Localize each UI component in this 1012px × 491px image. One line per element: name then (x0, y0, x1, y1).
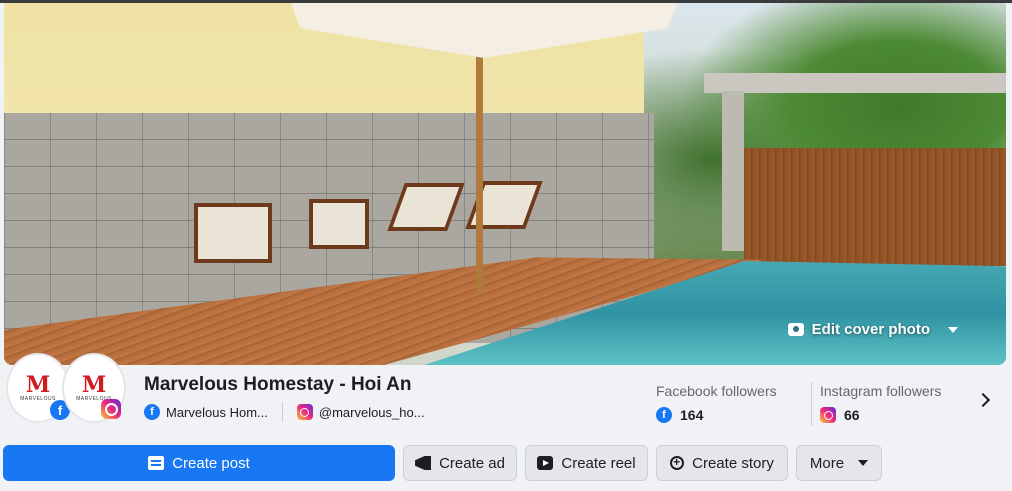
facebook-followers-count: 164 (680, 407, 704, 423)
create-ad-button[interactable]: Create ad (403, 445, 517, 481)
cover-fence (744, 148, 1006, 266)
instagram-badge-icon (101, 399, 121, 419)
divider (281, 402, 283, 422)
avatar-logo: M (81, 372, 107, 398)
more-button[interactable]: More (796, 445, 882, 481)
cover-pillar (722, 91, 744, 251)
instagram-followers-stat: Instagram followers 66 (820, 383, 941, 423)
cover-photo: Edit cover photo (4, 3, 1006, 365)
facebook-icon: f (144, 404, 160, 420)
create-reel-label: Create reel (561, 454, 636, 472)
page-title: Marvelous Homestay - Hoi An (144, 374, 412, 395)
instagram-account-handle: @marvelous_ho... (318, 404, 425, 420)
reel-icon (537, 456, 554, 470)
facebook-followers-label: Facebook followers (656, 383, 777, 399)
cover-chair (309, 199, 369, 249)
instagram-account-link[interactable]: @marvelous_ho... (296, 404, 425, 420)
facebook-icon: f (656, 407, 672, 423)
linked-accounts: f Marvelous Hom... @marvelous_ho... (144, 402, 425, 422)
cover-pergola (704, 73, 1006, 93)
more-label: More (809, 454, 845, 472)
caret-down-icon (948, 326, 958, 333)
instagram-icon (820, 407, 836, 423)
facebook-account-link[interactable]: f Marvelous Hom... (144, 404, 268, 420)
edit-cover-label: Edit cover photo (811, 321, 930, 338)
create-story-button[interactable]: Create story (656, 445, 788, 481)
instagram-followers-label: Instagram followers (820, 383, 942, 399)
create-post-button[interactable]: Create post (3, 445, 395, 481)
create-post-label: Create post (172, 454, 250, 472)
megaphone-icon (415, 456, 432, 470)
avatar-logo-text: MARVELOUS (20, 396, 56, 402)
create-ad-label: Create ad (439, 454, 505, 472)
edit-cover-photo-button[interactable]: Edit cover photo (787, 321, 958, 338)
post-icon (148, 456, 165, 470)
create-reel-button[interactable]: Create reel (525, 445, 648, 481)
cover-umbrella-pole (476, 43, 483, 293)
facebook-account-handle: Marvelous Hom... (166, 404, 268, 420)
avatar-logo: M (25, 372, 51, 398)
facebook-followers-stat: Facebook followers f 164 (656, 383, 777, 423)
add-story-icon (670, 455, 685, 470)
action-bar: Create post Create ad Create reel Create… (3, 445, 882, 481)
create-story-label: Create story (692, 454, 774, 472)
stats-divider (811, 382, 812, 426)
camera-icon (787, 323, 804, 336)
instagram-followers-count: 66 (844, 407, 860, 423)
instagram-icon (296, 404, 313, 420)
caret-down-icon (858, 460, 869, 466)
cover-chair (194, 203, 272, 263)
chevron-right-icon[interactable] (975, 392, 991, 408)
